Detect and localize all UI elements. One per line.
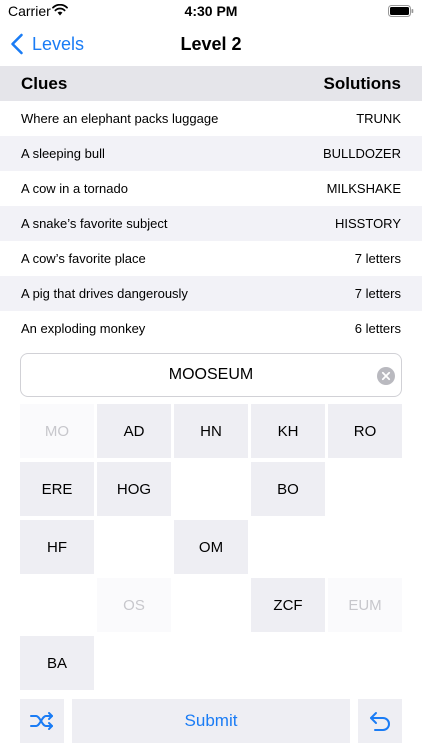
clue-solution: 7 letters [354,251,401,266]
submit-button[interactable]: Submit [72,699,350,743]
clues-table-header: Clues Solutions [0,66,422,101]
solutions-column-header: Solutions [323,73,401,93]
shuffle-icon [30,712,53,730]
letter-tile[interactable]: BA [20,636,94,690]
clue-solution: 7 letters [354,286,401,301]
clue-solution: HISSTORY [335,216,401,231]
letter-tile[interactable]: KH [251,404,325,458]
clue-row[interactable]: Where an elephant packs luggage TRUNK [0,101,422,136]
clues-column-header: Clues [21,73,68,93]
letter-tile[interactable]: MO [20,404,94,458]
clue-text: An exploding monkey [21,321,146,336]
answer-field[interactable]: MOOSEUM [20,353,402,397]
undo-button[interactable] [358,699,402,743]
letter-tile[interactable]: AD [97,404,171,458]
letter-tile[interactable]: ZCF [251,578,325,632]
clue-row[interactable]: A cow’s favorite place 7 letters [0,241,422,276]
letter-tile[interactable]: HOG [97,462,171,516]
clue-solution: TRUNK [356,111,401,126]
clue-row[interactable]: An exploding monkey 6 letters [0,311,422,346]
letter-tile[interactable]: OS [97,578,171,632]
clue-text: A cow in a tornado [21,181,128,196]
action-bar: Submit [20,699,402,743]
answer-text: MOOSEUM [168,366,254,383]
clue-text: A pig that drives dangerously [21,286,188,301]
letter-tile[interactable]: BO [251,462,325,516]
clue-row[interactable]: A cow in a tornado MILKSHAKE [0,171,422,206]
letter-tile[interactable]: HF [20,520,94,574]
letter-tile[interactable]: HN [174,404,248,458]
clue-row[interactable]: A sleeping bull BULLDOZER [0,136,422,171]
clue-solution: BULLDOZER [322,146,401,161]
clue-text: A sleeping bull [21,146,105,161]
clue-solution: 6 letters [354,321,401,336]
shuffle-button[interactable] [20,699,64,743]
clue-row[interactable]: A pig that drives dangerously 7 letters [0,276,422,311]
clue-row[interactable]: A snake’s favorite subject HISSTORY [0,206,422,241]
letter-tile[interactable]: OM [174,520,248,574]
clear-circle-icon[interactable] [377,367,395,385]
battery-icon [388,5,414,17]
navigation-bar: Levels Level 2 [0,24,422,66]
clue-list: Where an elephant packs luggage TRUNK A … [0,101,422,346]
status-time: 4:30 PM [184,3,238,19]
letter-tile[interactable]: EUM [328,578,402,632]
page-title: Level 2 [180,34,242,54]
letter-tile[interactable]: ERE [20,462,94,516]
clue-text: A snake’s favorite subject [21,216,168,231]
letter-tile[interactable]: RO [328,404,402,458]
undo-arrow-icon [370,712,390,731]
status-bar: Carrier 4:30 PM [0,0,422,24]
clue-text: Where an elephant packs luggage [21,111,219,126]
clue-solution: MILKSHAKE [326,181,401,196]
clue-text: A cow’s favorite place [21,251,146,266]
